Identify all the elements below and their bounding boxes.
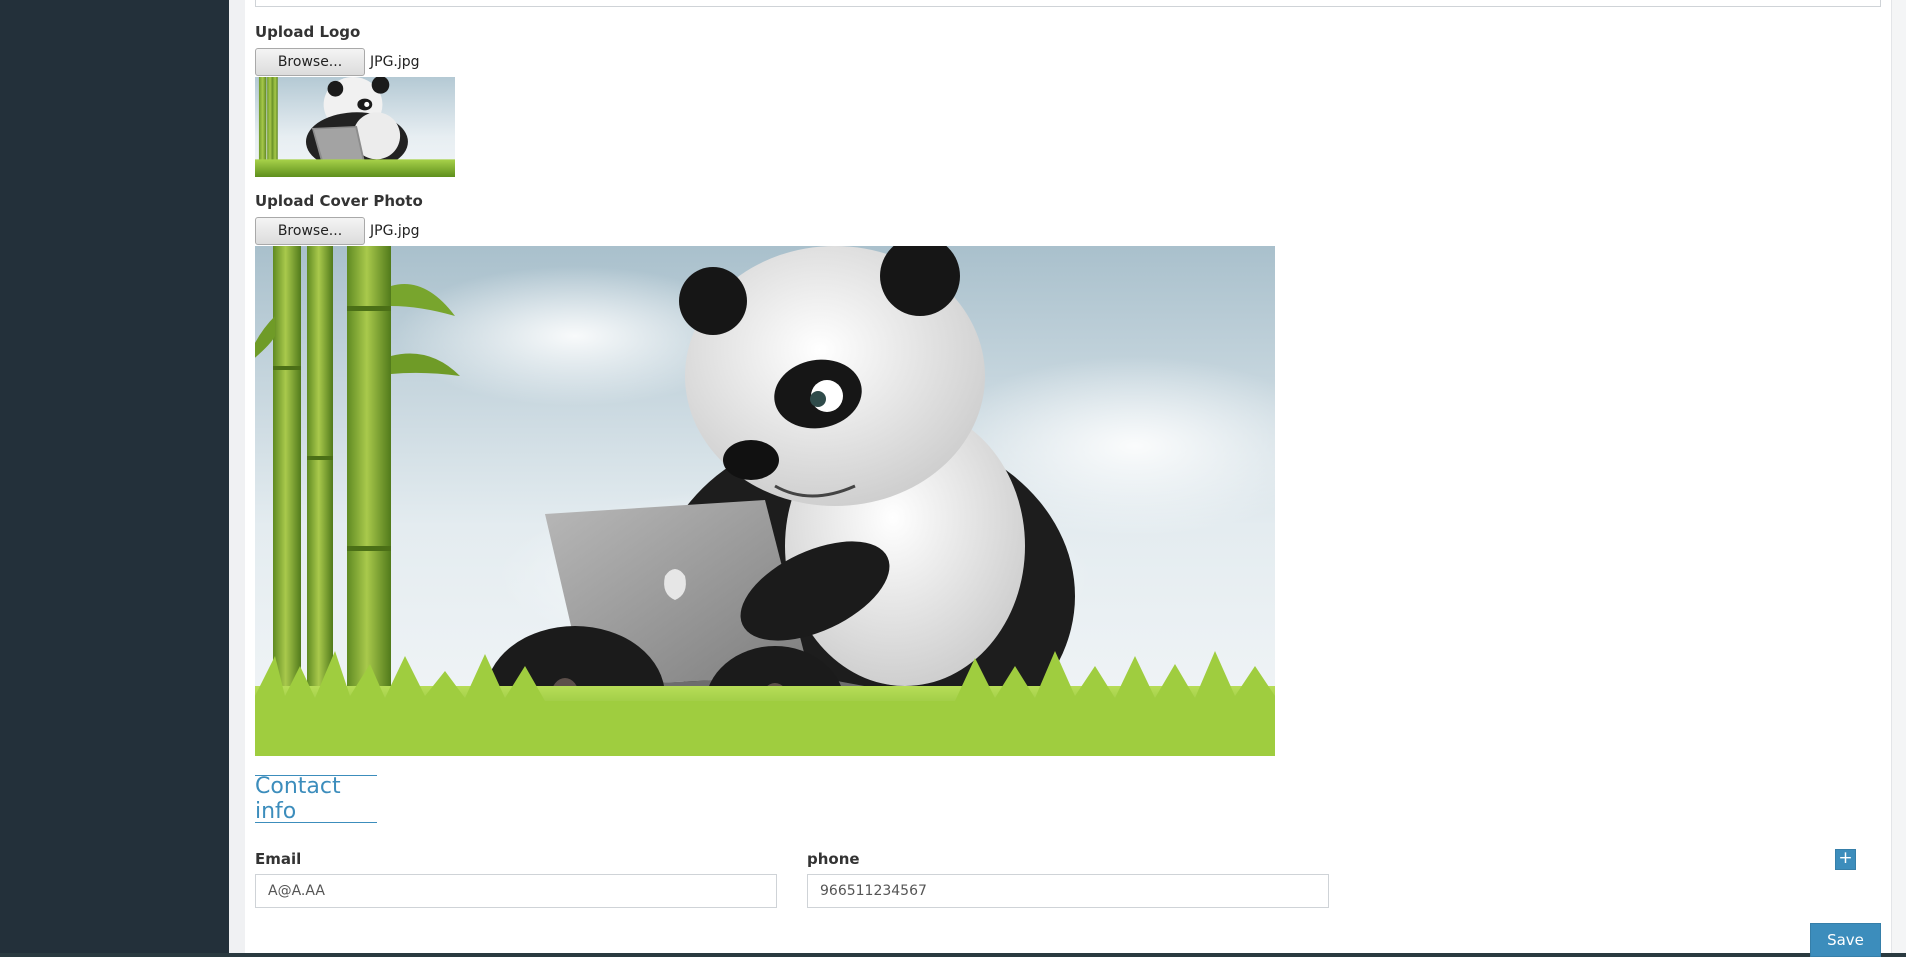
logo-preview-image (255, 77, 455, 177)
save-button[interactable]: Save (1810, 923, 1881, 957)
upload-logo-label: Upload Logo (255, 23, 361, 41)
upload-cover-input[interactable]: Browse... JPG.jpg (255, 217, 420, 245)
email-label: Email (255, 850, 302, 868)
cover-file-name: JPG.jpg (370, 223, 420, 239)
add-contact-button[interactable]: + (1835, 849, 1856, 870)
upload-cover-label: Upload Cover Photo (255, 192, 423, 210)
cover-browse-button[interactable]: Browse... (255, 217, 365, 245)
sidebar (0, 0, 229, 953)
upload-logo-input[interactable]: Browse... JPG.jpg (255, 48, 420, 76)
cover-preview-image (255, 246, 1275, 756)
logo-file-name: JPG.jpg (370, 54, 420, 70)
page-scrollbar[interactable] (1891, 0, 1906, 953)
logo-browse-button[interactable]: Browse... (255, 48, 365, 76)
contact-info-heading: Contact info (255, 774, 377, 824)
phone-label: phone (807, 850, 860, 868)
previous-field-bottom[interactable] (255, 0, 1881, 7)
phone-field[interactable]: 966511234567 (807, 874, 1329, 908)
email-field[interactable]: A@A.AA (255, 874, 777, 908)
